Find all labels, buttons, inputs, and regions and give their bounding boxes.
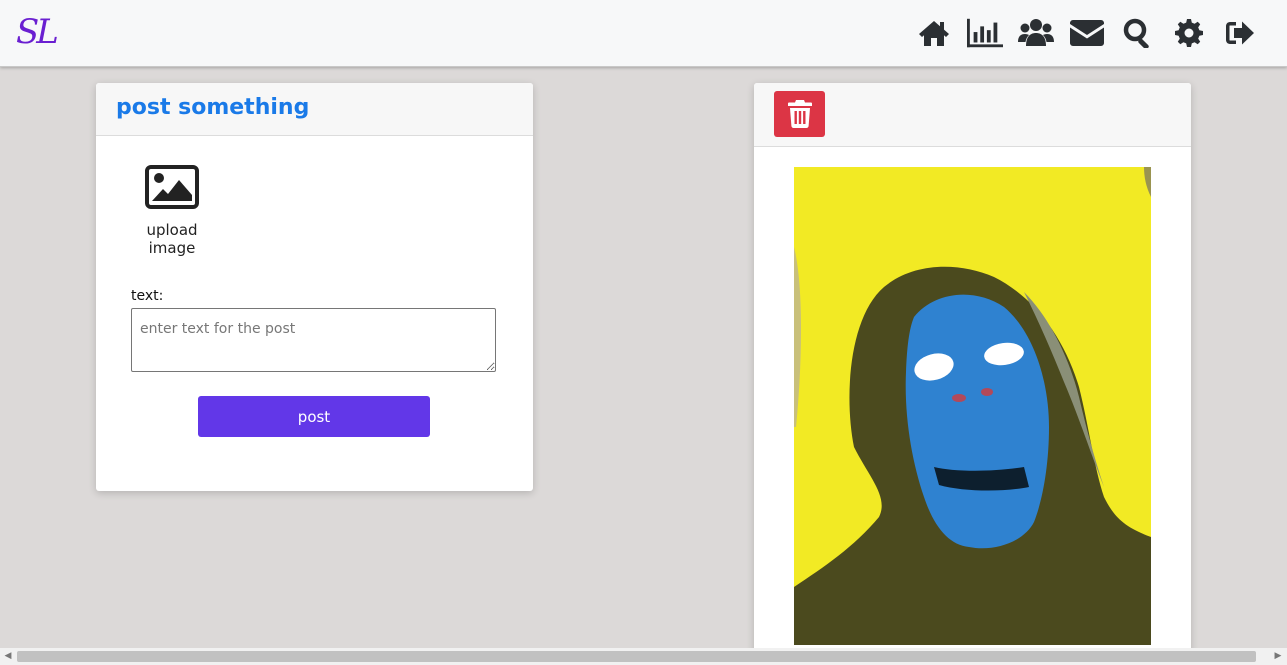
text-field-label: text: — [131, 288, 164, 304]
trash-icon — [787, 100, 812, 128]
search-icon[interactable] — [1120, 16, 1156, 50]
scrollbar-thumb[interactable] — [17, 651, 1256, 662]
top-navbar: SL — [0, 0, 1287, 67]
post-submit-button[interactable]: post — [198, 396, 430, 437]
create-post-header: post something — [96, 83, 533, 136]
stats-icon[interactable] — [967, 16, 1003, 50]
image-icon — [145, 165, 199, 209]
upload-image-button[interactable]: upload image — [122, 165, 222, 257]
mail-icon[interactable] — [1069, 16, 1105, 50]
horizontal-scrollbar[interactable]: ◀ ▶ — [0, 648, 1287, 665]
post-image — [794, 167, 1151, 645]
nav-icon-bar — [916, 16, 1273, 50]
gear-icon[interactable] — [1171, 16, 1207, 50]
scroll-right-icon[interactable]: ▶ — [1273, 651, 1283, 662]
post-card — [754, 83, 1191, 665]
upload-image-label: upload image — [146, 221, 198, 257]
app-logo[interactable]: SL — [16, 10, 59, 54]
home-icon[interactable] — [916, 16, 952, 50]
post-text-input[interactable] — [131, 308, 496, 372]
post-card-header — [754, 83, 1191, 147]
create-post-title: post something — [116, 95, 310, 120]
scroll-left-icon[interactable]: ◀ — [3, 651, 13, 662]
create-post-card: post something upload image text: post — [96, 83, 533, 491]
delete-post-button[interactable] — [774, 91, 825, 137]
users-icon[interactable] — [1018, 16, 1054, 50]
logout-icon[interactable] — [1222, 16, 1258, 50]
